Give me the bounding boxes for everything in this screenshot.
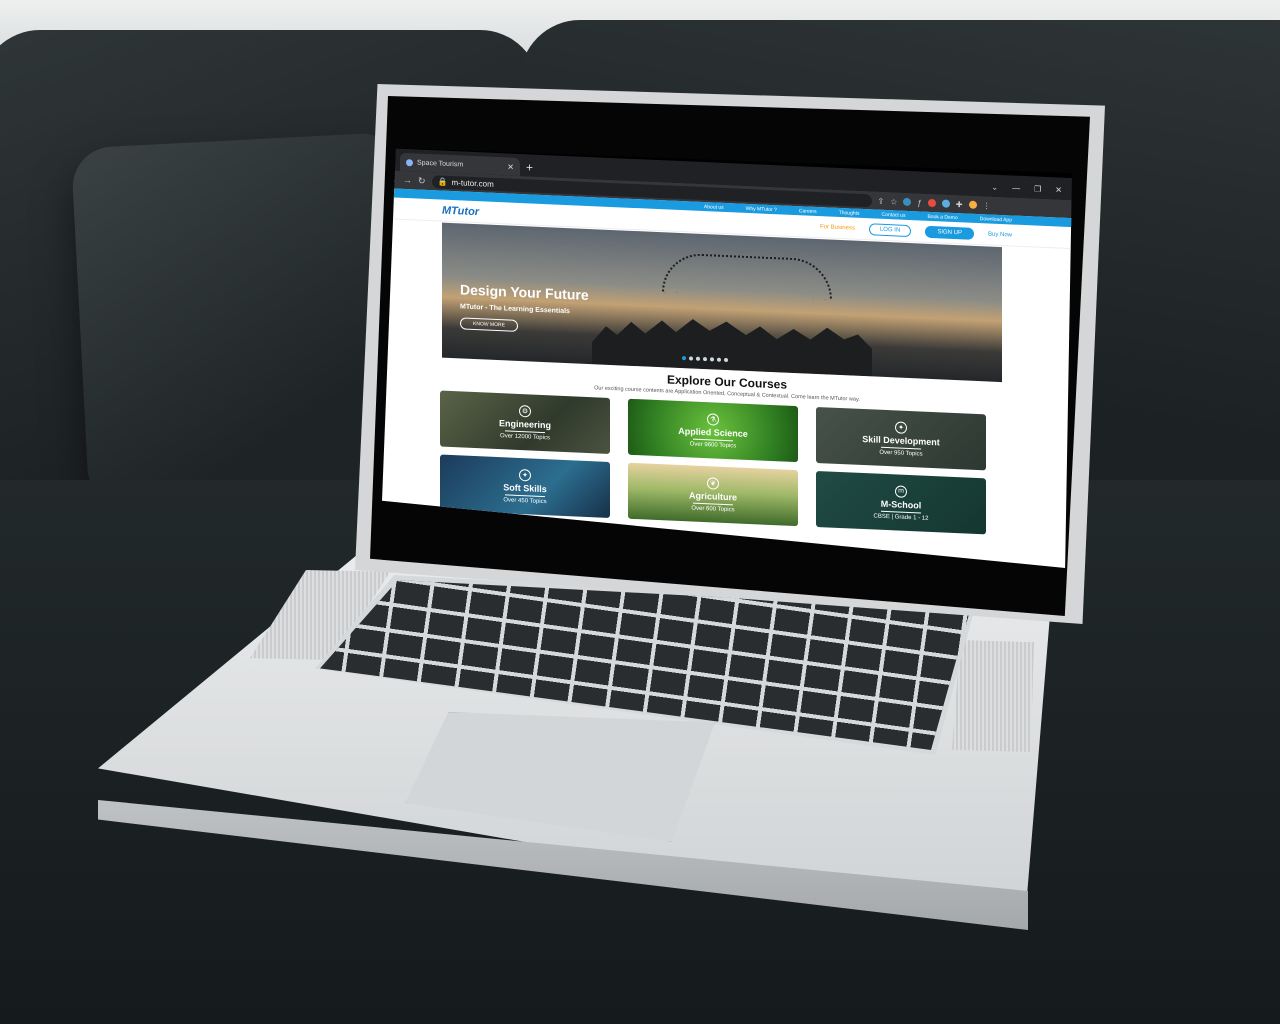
carousel-dot[interactable] — [682, 356, 686, 361]
course-title: M-School — [880, 498, 922, 511]
kebab-menu-icon[interactable]: ⋮ — [983, 201, 991, 210]
hero-carousel: Design Your Future MTutor - The Learning… — [442, 222, 1002, 383]
carousel-dot[interactable] — [696, 356, 700, 361]
extension-icon[interactable] — [903, 197, 912, 207]
laptop-screen: Space Tourism ✕ + ⌄ — ❐ ✕ ← → ↻ 🔒 m-tuto… — [382, 148, 1072, 568]
color-extension-icon[interactable] — [927, 198, 936, 208]
course-card-agriculture[interactable]: ❦ Agriculture Over 600 Topics — [628, 462, 798, 527]
hero-subtitle: MTutor - The Learning Essentials — [460, 303, 570, 316]
nav-why[interactable]: Why MTutor ? — [746, 205, 777, 212]
url-text: m-tutor.com — [451, 177, 494, 189]
buy-now-link[interactable]: Buy Now — [988, 231, 1012, 238]
hero-title: Design Your Future — [460, 281, 589, 304]
lock-icon: 🔒 — [437, 176, 448, 187]
reload-icon[interactable]: ↻ — [418, 175, 426, 186]
minimize-icon[interactable]: — — [1012, 184, 1020, 193]
course-card-applied-science[interactable]: ⚗ Applied Science Over 9600 Topics — [628, 398, 798, 463]
for-business-link[interactable]: For Business — [820, 224, 855, 232]
carousel-dot[interactable] — [703, 357, 707, 362]
microscope-icon: ⚗ — [707, 412, 719, 426]
close-window-icon[interactable]: ✕ — [1055, 185, 1062, 194]
carousel-dot[interactable] — [689, 356, 693, 361]
function-extension-icon[interactable]: ƒ — [917, 198, 921, 207]
nav-careers[interactable]: Careers — [799, 208, 817, 215]
leaf-icon: ❦ — [707, 476, 719, 490]
share-icon[interactable]: ⇪ — [878, 196, 885, 205]
m-icon: m — [895, 484, 907, 498]
chevron-down-icon[interactable]: ⌄ — [991, 183, 998, 192]
browser-window: Space Tourism ✕ + ⌄ — ❐ ✕ ← → ↻ 🔒 m-tuto… — [382, 148, 1072, 568]
nav-contact[interactable]: Contact us — [882, 211, 906, 218]
course-title: Agriculture — [688, 489, 737, 502]
signup-button[interactable]: SIGN UP — [925, 225, 974, 240]
close-tab-icon[interactable]: ✕ — [507, 162, 514, 171]
course-topics: Over 950 Topics — [879, 449, 923, 458]
course-topics: Over 9600 Topics — [689, 440, 737, 449]
carousel-dot[interactable] — [724, 357, 728, 363]
speaker-grille-right — [952, 640, 1034, 752]
puzzle-icon[interactable]: ✚ — [956, 200, 963, 209]
course-title: Engineering — [498, 417, 551, 430]
maximize-icon[interactable]: ❐ — [1034, 184, 1041, 193]
graduation-caps-arc — [662, 252, 832, 300]
carousel-dot[interactable] — [710, 357, 714, 362]
course-title: Skill Development — [862, 433, 940, 447]
new-tab-icon[interactable]: + — [526, 158, 533, 176]
course-topics: Over 600 Topics — [691, 505, 735, 513]
course-title: Applied Science — [678, 425, 748, 439]
login-button[interactable]: LOG IN — [868, 222, 912, 237]
course-card-skill-development[interactable]: ✦ Skill Development Over 950 Topics — [816, 406, 986, 471]
bulb-icon: ✦ — [895, 420, 907, 434]
forward-icon[interactable]: → — [403, 175, 412, 185]
extension-icon-2[interactable] — [941, 199, 950, 208]
course-card-m-school[interactable]: m M-School CBSE | Grade 1 - 12 — [816, 470, 986, 535]
course-topics: Over 12000 Topics — [500, 432, 550, 441]
graduates-silhouette — [592, 309, 872, 376]
nav-book-demo[interactable]: Book a Demo — [927, 213, 957, 220]
favicon-icon — [406, 158, 413, 166]
profile-avatar[interactable] — [968, 200, 977, 209]
course-card-soft-skills[interactable]: ✦ Soft Skills Over 450 Topics — [440, 454, 610, 518]
header-actions: For Business LOG IN SIGN UP Buy Now — [820, 221, 1012, 241]
course-topics: CBSE | Grade 1 - 12 — [873, 512, 929, 522]
nav-download-app[interactable]: Download App — [980, 216, 1012, 223]
bookmark-star-icon[interactable]: ☆ — [890, 197, 897, 206]
course-topics: Over 450 Topics — [503, 496, 547, 505]
nav-thoughts[interactable]: Thoughts — [839, 209, 860, 216]
course-card-engineering[interactable]: ⚙ Engineering Over 12000 Topics — [440, 390, 610, 454]
bulb-icon: ✦ — [519, 468, 531, 482]
know-more-button[interactable]: KNOW MORE — [460, 317, 518, 332]
site-logo[interactable]: MTutor — [442, 204, 479, 218]
carousel-dot[interactable] — [717, 357, 721, 362]
gear-icon: ⚙ — [519, 404, 531, 418]
nav-about[interactable]: About us — [704, 204, 724, 211]
tab-title: Space Tourism — [417, 159, 464, 169]
course-grid: ⚙ Engineering Over 12000 Topics ⚗ Applie… — [440, 390, 1000, 535]
course-title: Soft Skills — [503, 481, 547, 494]
